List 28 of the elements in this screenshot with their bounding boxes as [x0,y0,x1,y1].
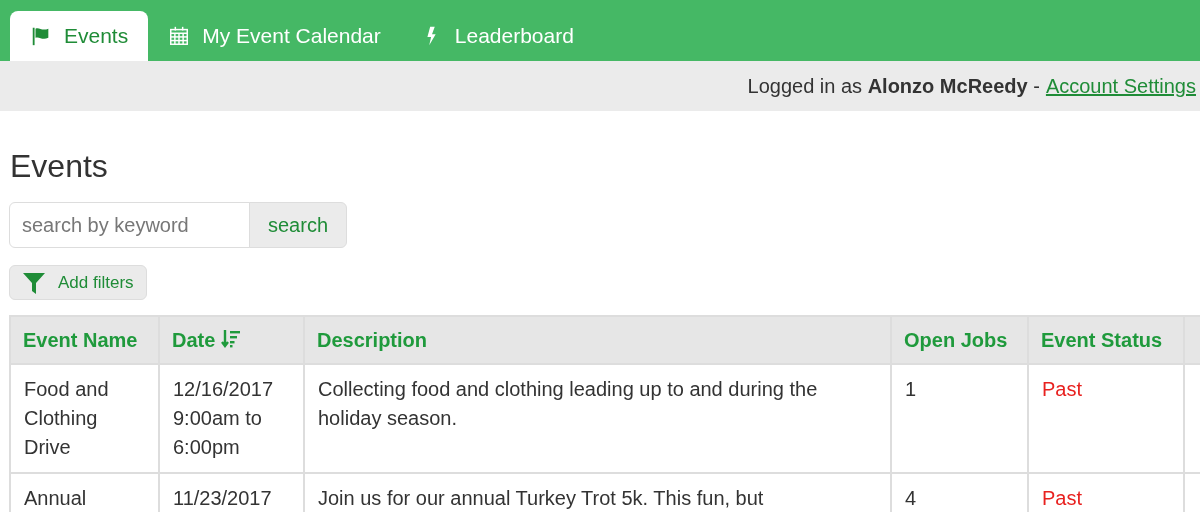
column-header[interactable]: Date [159,316,304,365]
nav-tab[interactable]: Leaderboard [400,11,594,61]
event-status: Past [1042,487,1083,510]
nav-tab[interactable]: Events [10,11,149,61]
open-jobs-count: 1 [905,378,917,401]
page-heading: Events [10,147,109,186]
column-header[interactable]: Event Status [1028,316,1184,365]
event-date: 12/16/2017 [173,377,275,403]
sort-descending-icon[interactable] [220,329,241,350]
event-name: Food and Clothing Drive [24,378,109,459]
search-field[interactable]: search by keyword [9,202,250,249]
open-jobs-count: 4 [905,487,917,510]
filter-icon [22,270,46,295]
event-description: Collecting food and clothing leading up to and during the holiday season. [318,378,818,430]
nav-tab[interactable]: My Event Calendar [148,11,401,61]
event-status: Past [1042,378,1083,401]
event-date: 11/23/2017 [173,486,273,512]
event-name: Annual [24,487,87,510]
event-date: 9:00am to 6:00pm [173,406,263,461]
event-description: Join us for our annual Turkey Trot 5k. This fun, but [318,487,764,510]
column-header[interactable]: Open Jobs [891,316,1028,365]
login-status-text: Logged in as Alonzo McReedy - [747,74,1040,99]
column-header[interactable]: Event Name [10,316,159,365]
calendar-icon [168,25,191,47]
add-filters-button[interactable]: Add filters [9,265,147,301]
search-button[interactable]: search [249,202,347,249]
account-settings-link[interactable]: Account Settings [1045,71,1196,101]
column-header[interactable]: Description [304,316,891,365]
